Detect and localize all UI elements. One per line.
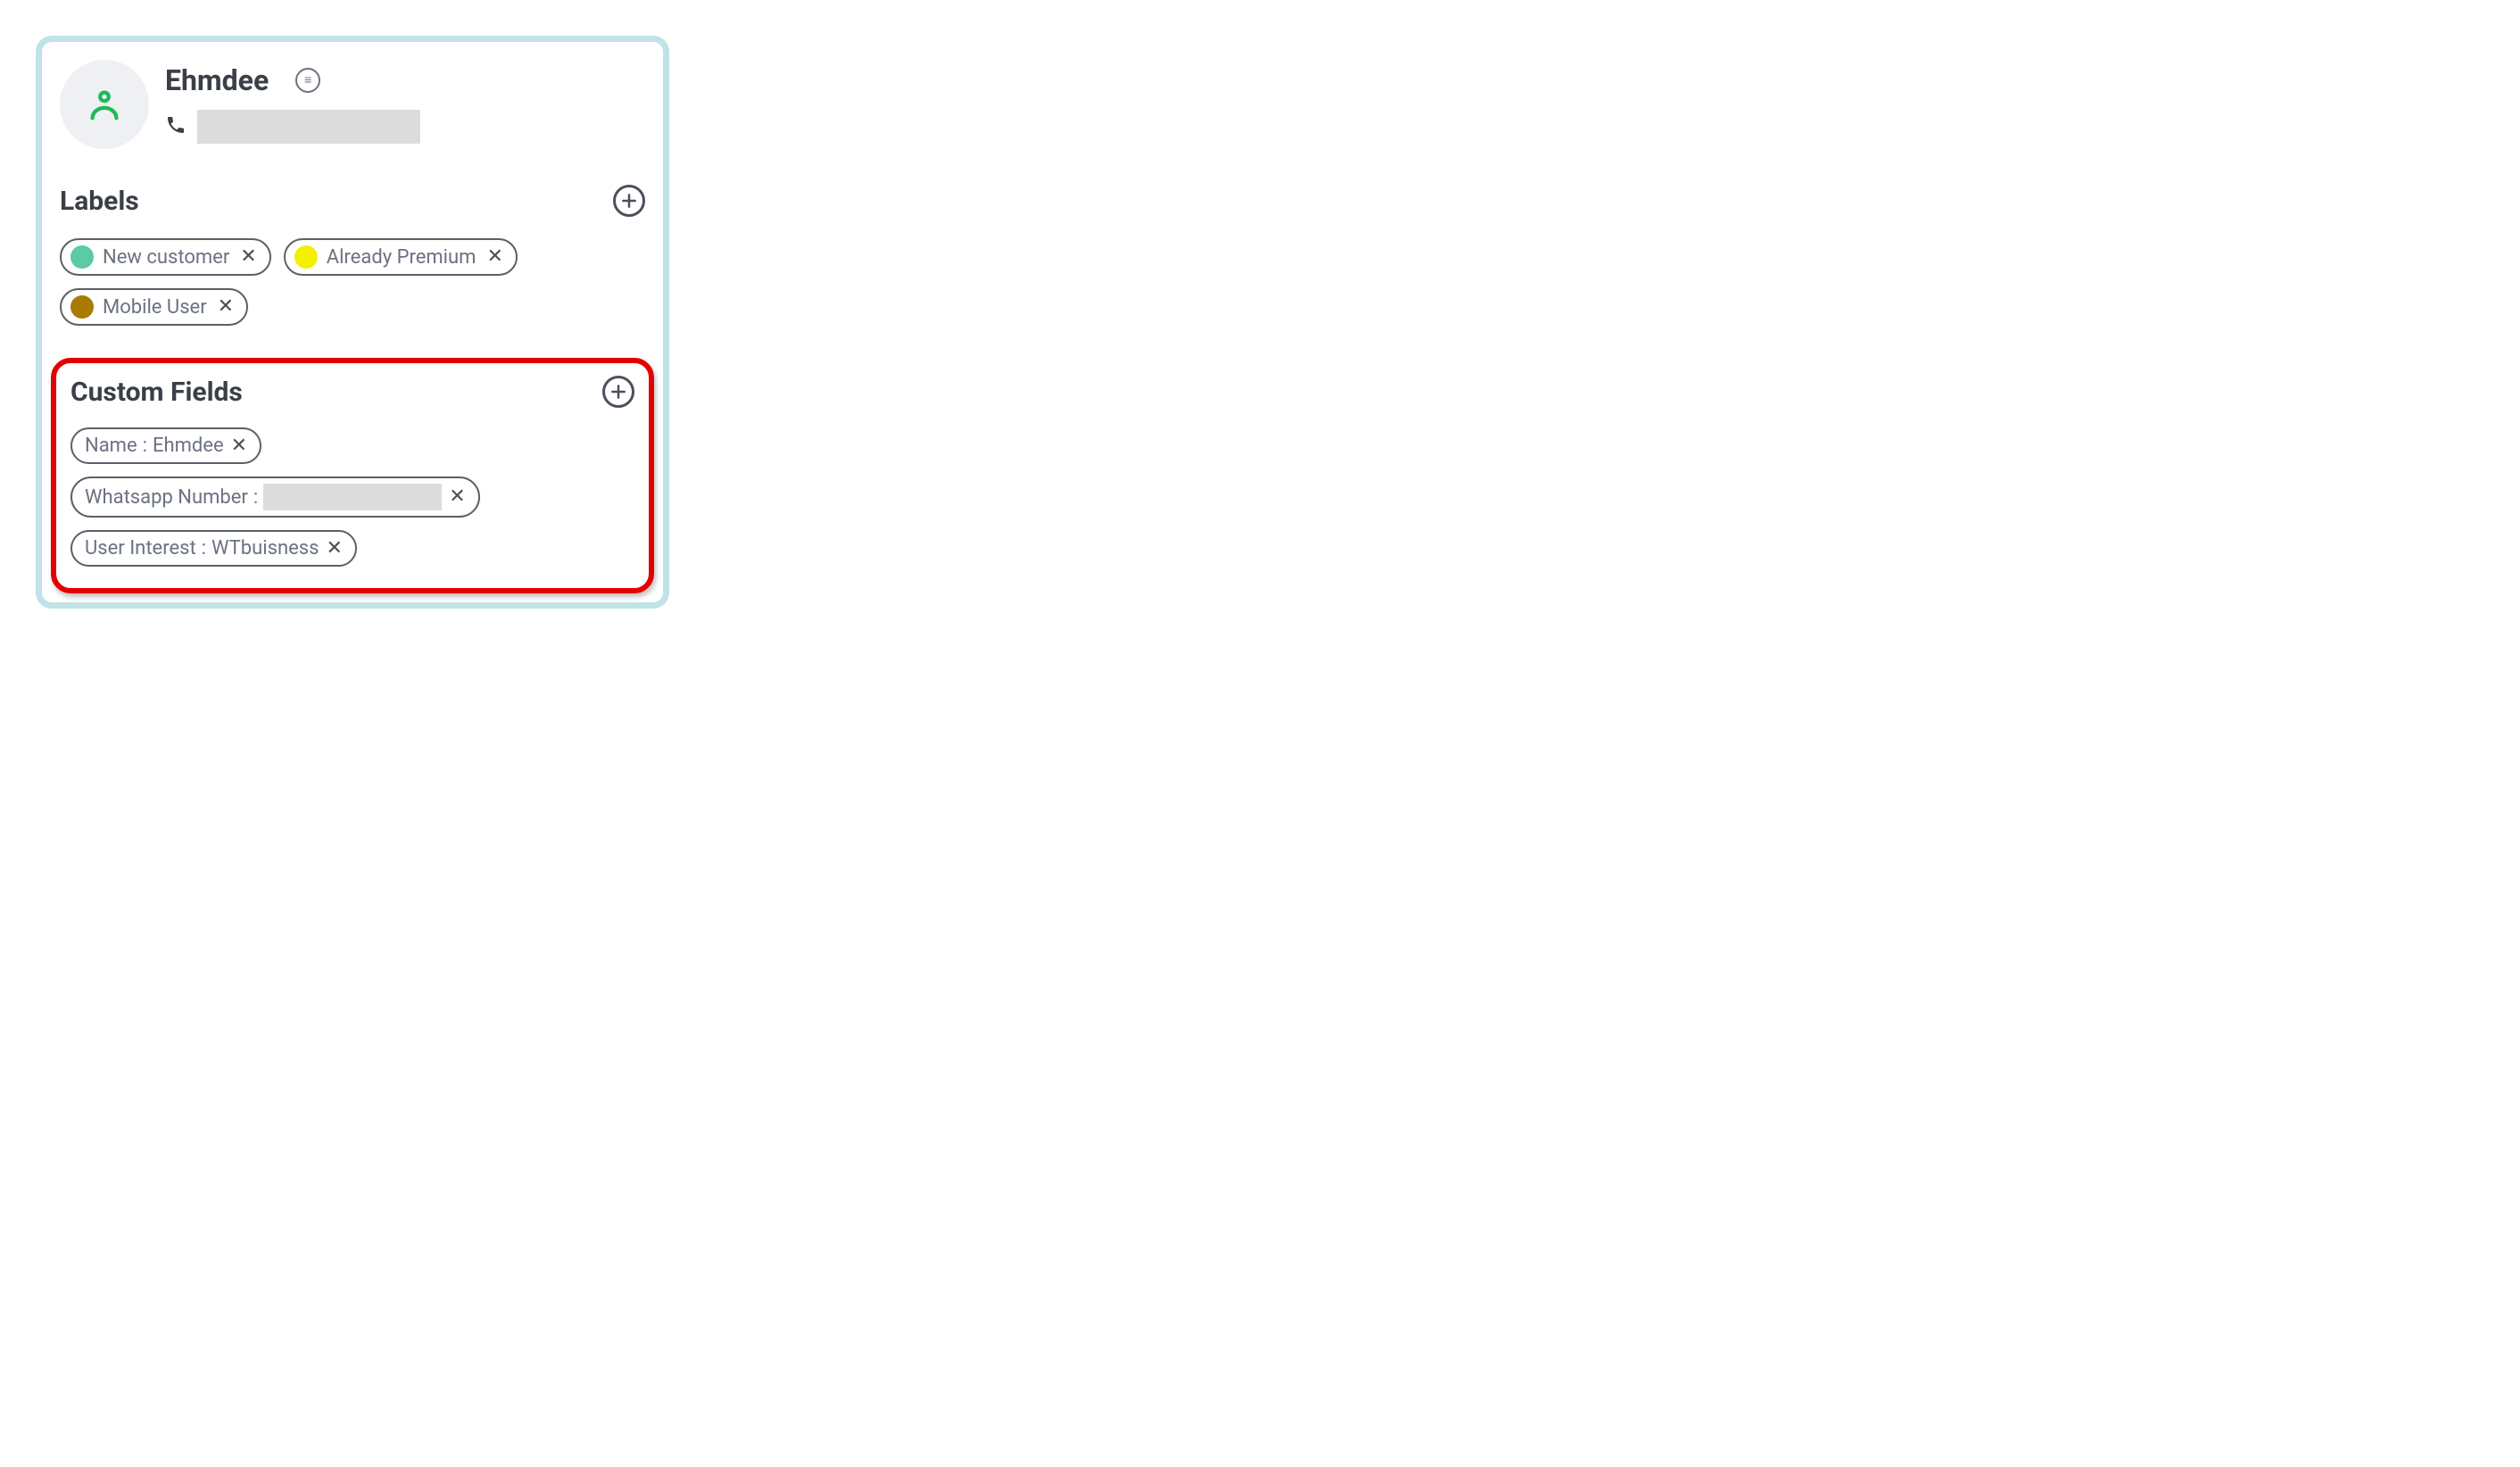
remove-field-icon[interactable]: ✕ <box>447 487 465 507</box>
contact-name: Ehmdee <box>165 63 269 97</box>
custom-field-chip[interactable]: Whatsapp Number : ✕ <box>70 477 480 518</box>
remove-label-icon[interactable]: ✕ <box>485 247 502 267</box>
labels-title: Labels <box>60 186 139 217</box>
label-color-dot <box>70 295 94 319</box>
field-value: WTbuisness <box>211 537 319 559</box>
plus-icon <box>620 192 638 210</box>
custom-fields-list: Name : Ehmdee✕Whatsapp Number : ✕User In… <box>70 427 634 567</box>
custom-field-chip[interactable]: User Interest : WTbuisness ✕ <box>70 530 357 567</box>
phone-icon <box>165 114 187 139</box>
custom-fields-title: Custom Fields <box>70 377 243 408</box>
field-value: Ehmdee <box>153 435 224 457</box>
custom-fields-section: Custom Fields Name : Ehmdee✕Whatsapp Num… <box>51 358 654 593</box>
field-key: Name <box>85 435 137 457</box>
label-text: Already Premium <box>327 246 477 269</box>
label-text: Mobile User <box>103 296 207 319</box>
remove-field-icon[interactable]: ✕ <box>325 539 343 559</box>
field-value-redacted <box>263 484 442 510</box>
avatar <box>60 60 149 149</box>
contact-panel: Ehmdee ≡ Labels <box>36 36 669 609</box>
phone-redacted <box>197 110 420 144</box>
field-key: User Interest <box>85 537 196 559</box>
field-separator: : <box>143 435 147 457</box>
field-separator: : <box>253 486 258 509</box>
add-label-button[interactable] <box>613 185 645 217</box>
field-key: Whatsapp Number <box>85 486 248 509</box>
label-color-dot <box>294 245 318 269</box>
add-custom-field-button[interactable] <box>602 376 634 408</box>
contact-info: Ehmdee ≡ <box>165 60 645 144</box>
label-text: New customer <box>103 246 229 269</box>
field-separator: : <box>202 537 206 559</box>
remove-label-icon[interactable]: ✕ <box>238 247 256 267</box>
label-chip[interactable]: Already Premium ✕ <box>284 238 518 276</box>
chat-icon[interactable]: ≡ <box>295 68 320 93</box>
person-icon <box>84 84 125 125</box>
label-color-dot <box>70 245 94 269</box>
label-chip[interactable]: Mobile User ✕ <box>60 288 248 326</box>
labels-section: Labels New customer✕Already Premium✕Mobi… <box>42 176 663 352</box>
label-chip[interactable]: New customer ✕ <box>60 238 271 276</box>
contact-header: Ehmdee ≡ <box>42 42 663 176</box>
custom-field-chip[interactable]: Name : Ehmdee✕ <box>70 427 261 464</box>
phone-row <box>165 110 645 144</box>
remove-field-icon[interactable]: ✕ <box>229 436 247 456</box>
remove-label-icon[interactable]: ✕ <box>216 297 234 317</box>
plus-icon <box>609 383 627 401</box>
labels-chips: New customer✕Already Premium✕Mobile User… <box>60 238 645 326</box>
